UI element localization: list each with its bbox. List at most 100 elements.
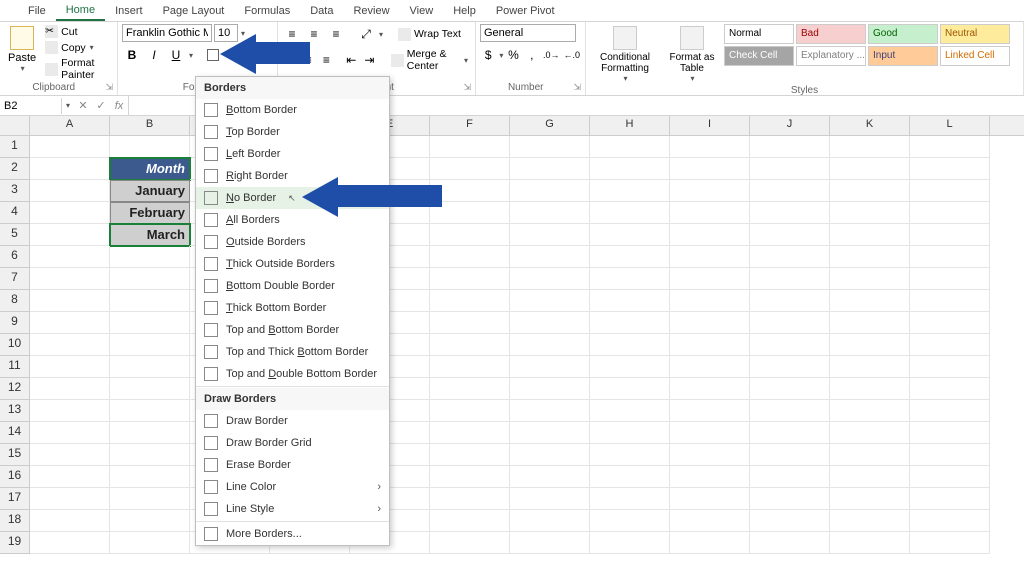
cell[interactable] [830, 400, 910, 422]
cell[interactable] [670, 334, 750, 356]
cell[interactable] [510, 510, 590, 532]
row-header[interactable]: 16 [0, 466, 30, 488]
cell[interactable] [510, 202, 590, 224]
row-header[interactable]: 10 [0, 334, 30, 356]
cell[interactable] [430, 532, 510, 554]
cell[interactable] [830, 422, 910, 444]
cell-style-bad[interactable]: Bad [796, 24, 866, 44]
row-header[interactable]: 13 [0, 400, 30, 422]
cell[interactable] [670, 290, 750, 312]
col-header[interactable]: L [910, 116, 990, 135]
cell[interactable] [590, 158, 670, 180]
cell[interactable] [830, 246, 910, 268]
cell[interactable] [750, 422, 830, 444]
comma-button[interactable]: , [524, 45, 540, 65]
cell[interactable] [910, 532, 990, 554]
cell[interactable] [30, 246, 110, 268]
accept-fx-button[interactable]: ✓ [92, 99, 110, 112]
cell[interactable] [30, 532, 110, 554]
cell[interactable] [910, 290, 990, 312]
cell[interactable] [590, 444, 670, 466]
tab-view[interactable]: View [400, 2, 444, 20]
cell[interactable] [430, 224, 510, 246]
cell[interactable] [910, 444, 990, 466]
cell[interactable] [910, 312, 990, 334]
cell[interactable] [830, 180, 910, 202]
cell[interactable] [670, 378, 750, 400]
cell[interactable]: March [110, 224, 190, 246]
col-header[interactable]: B [110, 116, 190, 135]
cell[interactable] [750, 532, 830, 554]
cell[interactable] [750, 224, 830, 246]
border-menu-item[interactable]: Left Border [196, 143, 389, 165]
cell[interactable] [510, 356, 590, 378]
cell[interactable] [670, 356, 750, 378]
select-all-corner[interactable] [0, 116, 30, 136]
cell[interactable] [30, 400, 110, 422]
cell-style-good[interactable]: Good [868, 24, 938, 44]
cell[interactable] [830, 488, 910, 510]
cell[interactable] [30, 202, 110, 224]
cell[interactable] [590, 488, 670, 510]
cell[interactable] [30, 356, 110, 378]
cell[interactable] [430, 268, 510, 290]
cell[interactable] [670, 202, 750, 224]
cell[interactable] [830, 312, 910, 334]
cell[interactable] [910, 488, 990, 510]
cell[interactable] [510, 290, 590, 312]
cell[interactable]: February [110, 202, 190, 224]
dec-decimal-button[interactable]: ←.0 [562, 45, 581, 65]
cell[interactable] [510, 312, 590, 334]
indent-dec-button[interactable]: ⇤ [343, 50, 359, 70]
cell[interactable] [830, 466, 910, 488]
cell[interactable]: January [110, 180, 190, 202]
col-header[interactable]: K [830, 116, 910, 135]
cell[interactable] [910, 378, 990, 400]
cell[interactable] [110, 334, 190, 356]
cell[interactable] [30, 444, 110, 466]
col-header[interactable]: G [510, 116, 590, 135]
align-mid-button[interactable]: ≡ [304, 24, 324, 44]
cell[interactable] [510, 334, 590, 356]
cell[interactable] [830, 356, 910, 378]
cell[interactable] [670, 246, 750, 268]
cell[interactable] [110, 268, 190, 290]
cell[interactable] [910, 400, 990, 422]
cell-style-check-cell[interactable]: Check Cell [724, 46, 794, 66]
cell[interactable] [750, 488, 830, 510]
row-header[interactable]: 1 [0, 136, 30, 158]
cell[interactable] [750, 312, 830, 334]
cell[interactable] [750, 202, 830, 224]
cell[interactable] [510, 136, 590, 158]
cell[interactable] [910, 422, 990, 444]
number-format-combo[interactable] [480, 24, 576, 42]
cell[interactable] [30, 334, 110, 356]
cell[interactable] [510, 378, 590, 400]
border-menu-item[interactable]: Thick Bottom Border [196, 297, 389, 319]
tab-power-pivot[interactable]: Power Pivot [486, 2, 565, 20]
cell[interactable] [30, 158, 110, 180]
cell[interactable] [590, 466, 670, 488]
cell[interactable] [510, 180, 590, 202]
name-box[interactable]: B2 [0, 98, 62, 114]
border-menu-item[interactable]: Erase Border [196, 454, 389, 476]
cell[interactable] [510, 466, 590, 488]
cell[interactable] [910, 136, 990, 158]
cell[interactable] [510, 422, 590, 444]
cell[interactable] [110, 378, 190, 400]
cell[interactable] [750, 466, 830, 488]
cell[interactable] [750, 136, 830, 158]
cancel-fx-button[interactable]: ✕ [74, 99, 92, 112]
cell[interactable] [910, 334, 990, 356]
cell[interactable] [750, 334, 830, 356]
cell[interactable] [830, 532, 910, 554]
tab-insert[interactable]: Insert [105, 2, 153, 20]
cell[interactable] [30, 378, 110, 400]
cell[interactable] [910, 180, 990, 202]
format-as-table-button[interactable]: Format as Table ▾ [662, 24, 722, 85]
cell[interactable] [590, 356, 670, 378]
cell[interactable] [110, 510, 190, 532]
merge-center-button[interactable]: Merge & Center▾ [388, 47, 471, 73]
cell[interactable] [110, 488, 190, 510]
cell[interactable] [430, 246, 510, 268]
